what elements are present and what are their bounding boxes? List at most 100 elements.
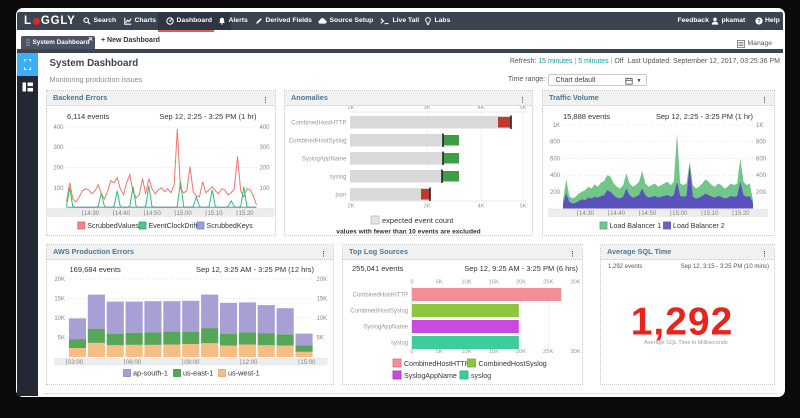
svg-text:syslog: syslog (329, 174, 346, 180)
svg-text:SyslogAppName: SyslogAppName (302, 156, 347, 162)
svg-text:600: 600 (756, 156, 767, 162)
svg-text:15:20: 15:20 (239, 211, 255, 217)
svg-text:Sep 12, 2:25 - 3:25 PM (1 hr): Sep 12, 2:25 - 3:25 PM (1 hr) (159, 112, 257, 121)
svg-text:Sep 12, 9:25 AM - 3:25 PM (6: Sep 12, 9:25 AM - 3:25 PM (6 hrs) (464, 264, 578, 273)
svg-text:5K: 5K (317, 335, 324, 341)
svg-text:200: 200 (260, 165, 271, 171)
svg-text:5K: 5K (519, 203, 526, 209)
svg-text:Sep 12, 3:25 AM - 3:25 PM (12: Sep 12, 3:25 AM - 3:25 PM (12 hrs) (196, 265, 314, 274)
svg-text:Sep 12, 3:15 - 3:25 PM (10 mi: Sep 12, 3:15 - 3:25 PM (10 mins) (681, 264, 769, 270)
svg-text:Sep 12, 2:25 - 3:25 PM (1 hr): Sep 12, 2:25 - 3:25 PM (1 hr) (656, 112, 754, 121)
svg-text:15K: 15K (489, 279, 499, 285)
svg-text:values with fewer than 10 even: values with fewer than 10 events are exc… (336, 228, 480, 234)
svg-text:100: 100 (53, 185, 64, 191)
svg-text:600: 600 (550, 156, 561, 162)
svg-text:?: ? (757, 19, 761, 25)
svg-text:169,684 events: 169,684 events (70, 265, 122, 274)
svg-text:1,292: 1,292 (631, 300, 734, 343)
svg-text:CombinedHostSyslog: CombinedHostSyslog (479, 360, 547, 368)
svg-text:syslog: syslog (391, 340, 408, 346)
svg-text:10K: 10K (54, 316, 65, 322)
svg-text:400: 400 (550, 173, 561, 179)
svg-text:800: 800 (550, 139, 561, 145)
svg-text:06:00: 06:00 (126, 360, 142, 366)
svg-text:200: 200 (550, 189, 561, 195)
svg-text:14:30: 14:30 (579, 211, 595, 217)
svg-text:2K: 2K (347, 106, 354, 111)
svg-text:30K: 30K (570, 349, 580, 355)
svg-text:10K: 10K (317, 316, 328, 322)
svg-text:15:00: 15:00 (672, 211, 688, 217)
svg-text:1K: 1K (756, 123, 763, 129)
svg-text:6,114 events: 6,114 events (67, 112, 110, 121)
svg-text:SyslogAppName: SyslogAppName (404, 372, 457, 380)
svg-text:15:00: 15:00 (300, 360, 316, 366)
svg-text:15:10: 15:10 (208, 211, 224, 217)
svg-text:14:40: 14:40 (115, 211, 131, 217)
svg-text:200: 200 (53, 165, 64, 171)
svg-text:0: 0 (410, 279, 413, 285)
svg-text:CombinedHostHTTP: CombinedHostHTTP (291, 120, 346, 126)
svg-text:14:50: 14:50 (146, 211, 162, 217)
svg-text:CombinedHostHTTP: CombinedHostHTTP (353, 292, 408, 298)
svg-text:CombinedHostSyslog: CombinedHostSyslog (350, 308, 408, 314)
svg-text:ap-south-1: ap-south-1 (133, 368, 168, 377)
svg-text:5K: 5K (436, 279, 443, 285)
svg-text:300: 300 (260, 145, 271, 151)
svg-text:4K: 4K (478, 106, 485, 111)
svg-text:20K: 20K (317, 277, 328, 283)
svg-text:400: 400 (260, 125, 271, 131)
svg-text:15K: 15K (317, 296, 328, 302)
svg-text:syslog: syslog (471, 372, 491, 380)
svg-text:1,292 events: 1,292 events (608, 264, 642, 270)
svg-text:Average SQL Time in Millisecon: Average SQL Time in Milliseconds (644, 340, 728, 346)
svg-text:expected event count: expected event count (382, 216, 454, 225)
svg-text:20K: 20K (516, 349, 526, 355)
svg-text:14:50: 14:50 (641, 211, 657, 217)
svg-text:14:40: 14:40 (610, 211, 626, 217)
svg-text:25K: 25K (543, 279, 553, 285)
svg-text:EventClockDrift: EventClockDrift (149, 222, 198, 230)
svg-text:CombinedHostHTTP: CombinedHostHTTP (404, 360, 470, 368)
svg-text:30K: 30K (570, 279, 580, 285)
svg-text:0: 0 (410, 349, 413, 355)
svg-text:100: 100 (260, 185, 271, 191)
svg-text:ScrubbedKeys: ScrubbedKeys (207, 222, 254, 230)
svg-text:03:00: 03:00 (68, 360, 84, 366)
svg-text:15:10: 15:10 (703, 211, 719, 217)
svg-text:SyslogAppName: SyslogAppName (363, 324, 408, 330)
svg-text:15K: 15K (489, 349, 499, 355)
svg-text:3K: 3K (424, 106, 431, 111)
svg-text:us-east-1: us-east-1 (183, 368, 213, 377)
svg-text:25K: 25K (543, 349, 553, 355)
svg-text:1K: 1K (553, 123, 560, 129)
svg-text:2K: 2K (347, 203, 354, 209)
svg-text:10K: 10K (461, 349, 471, 355)
svg-text:20K: 20K (516, 279, 526, 285)
svg-text:15:00: 15:00 (177, 211, 193, 217)
svg-text:5K: 5K (436, 349, 443, 355)
svg-text:4K: 4K (478, 203, 485, 209)
svg-text:255,041 events: 255,041 events (352, 264, 404, 273)
svg-text:15,888 events: 15,888 events (563, 112, 610, 121)
svg-text:200: 200 (756, 189, 767, 195)
svg-text:CombinedHostSyslog: CombinedHostSyslog (289, 138, 347, 144)
svg-text:14:30: 14:30 (84, 211, 100, 217)
svg-text:json: json (334, 192, 346, 198)
svg-text:09:00: 09:00 (184, 360, 200, 366)
svg-text:20K: 20K (54, 277, 65, 283)
svg-text:400: 400 (756, 173, 767, 179)
svg-text:Load Balancer 2: Load Balancer 2 (673, 222, 725, 230)
svg-text:5K: 5K (58, 335, 65, 341)
svg-text:15K: 15K (54, 296, 65, 302)
svg-text:10K: 10K (461, 279, 471, 285)
svg-text:300: 300 (53, 145, 64, 151)
svg-text:800: 800 (756, 139, 767, 145)
svg-text:15:20: 15:20 (735, 211, 751, 217)
svg-text:ScrubbedValues: ScrubbedValues (87, 222, 139, 230)
svg-text:400: 400 (53, 125, 64, 131)
svg-text:12:00: 12:00 (242, 360, 258, 366)
svg-text:Load Balancer 1: Load Balancer 1 (610, 222, 662, 230)
svg-text:3K: 3K (424, 203, 431, 209)
svg-text:us-west-1: us-west-1 (228, 368, 260, 377)
